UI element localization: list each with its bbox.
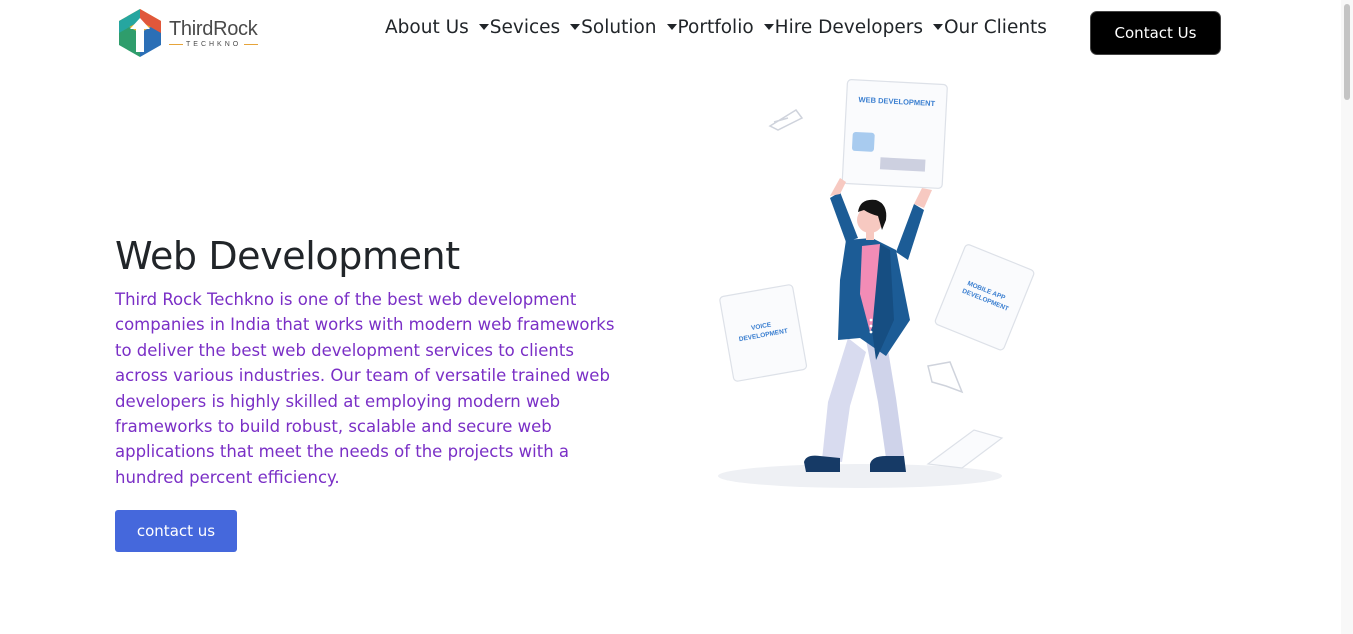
- logo-hexagon-icon: [119, 9, 161, 57]
- nav-item-label: Hire Developers: [774, 16, 923, 38]
- nav-item-hire-developers[interactable]: Hire Developers: [775, 17, 944, 38]
- brand-text: ThirdRock TECHKNO: [169, 18, 259, 48]
- caret-down-icon: [666, 24, 677, 30]
- mobile-app-development-card: MOBILE APP DEVELOPMENT: [934, 244, 1035, 351]
- hero-description: Third Rock Techkno is one of the best we…: [115, 290, 615, 487]
- nav-item-label: Sevices: [489, 16, 561, 38]
- nav-item-our-clients[interactable]: Our Clients: [944, 17, 1047, 38]
- nav-item-portfolio[interactable]: Portfolio: [678, 17, 775, 38]
- brand-name: ThirdRock: [169, 18, 258, 40]
- nav-item-label: Solution: [581, 16, 657, 38]
- nav-item-label: Portfolio: [677, 16, 754, 38]
- nav-item-label: Our Clients: [943, 16, 1047, 38]
- brand-sub-row: TECHKNO: [169, 41, 259, 48]
- caret-down-icon: [478, 24, 489, 30]
- nav-item-solution[interactable]: Solution: [581, 17, 677, 38]
- caret-down-icon: [570, 24, 581, 30]
- paper-plane-doodle: [768, 109, 804, 131]
- page-title: Web Development: [115, 234, 460, 278]
- nav-item-services[interactable]: Sevices: [490, 17, 581, 38]
- brand-sub: TECHKNO: [186, 41, 242, 48]
- nav-item-about-us[interactable]: About Us: [385, 17, 490, 38]
- voice-development-card: VOICE DEVELOPMENT: [719, 284, 808, 382]
- brand-divider-right: [244, 44, 259, 45]
- main-nav: About Us Sevices Solution Portfolio Hire…: [385, 14, 1047, 40]
- scrollbar-thumb[interactable]: [1344, 4, 1350, 100]
- brand-logo[interactable]: ThirdRock TECHKNO: [116, 8, 276, 58]
- developer-figure: [804, 178, 932, 472]
- brand-divider-left: [169, 44, 183, 45]
- caret-down-icon: [763, 24, 774, 30]
- folded-paper-doodle: [927, 361, 964, 394]
- navbar: ThirdRock TECHKNO About Us Sevices Solut…: [0, 0, 1353, 66]
- contact-us-button[interactable]: Contact Us: [1090, 11, 1221, 55]
- nav-item-label: About Us: [385, 16, 469, 38]
- caret-down-icon: [932, 24, 943, 30]
- page-scrollbar[interactable]: [1341, 0, 1353, 634]
- web-development-card: WEB DEVELOPMENT: [841, 79, 948, 189]
- hero-illustration: WEB DEVELOPMENT VOICE DEVELOPMENT MOBILE…: [718, 79, 1035, 488]
- paper-scrap-doodle: [926, 429, 1004, 469]
- hero-contact-button[interactable]: contact us: [115, 510, 237, 552]
